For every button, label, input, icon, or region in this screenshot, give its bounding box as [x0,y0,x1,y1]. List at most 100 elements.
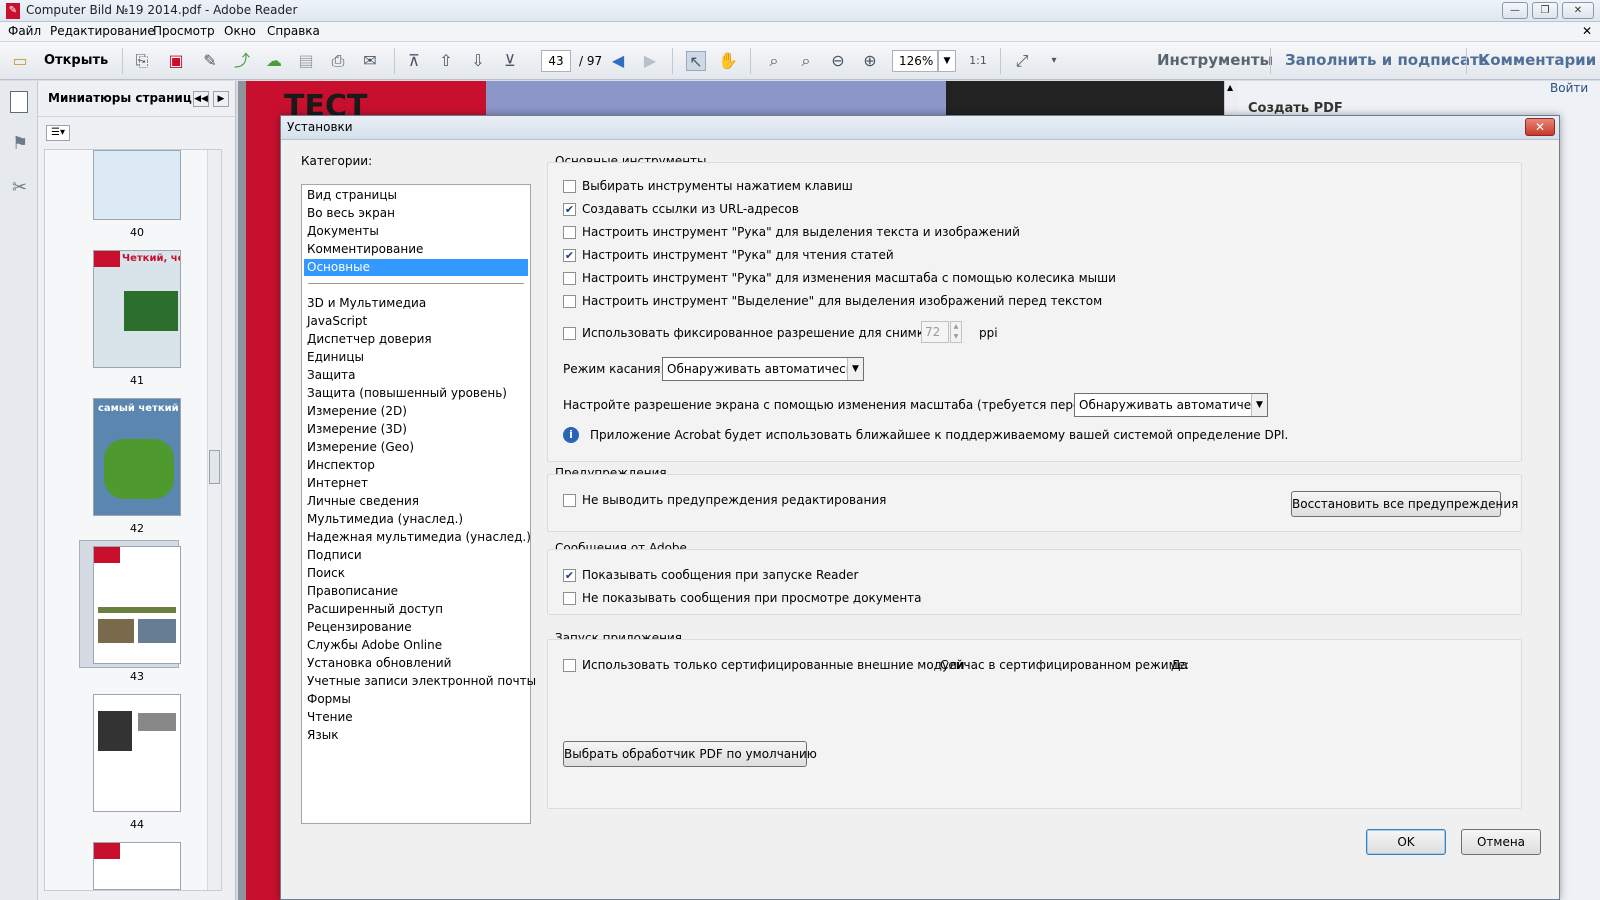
category-item[interactable]: Личные сведения [304,493,528,510]
category-item[interactable]: Язык [304,727,528,744]
category-item[interactable]: Измерение (3D) [304,421,528,438]
category-item[interactable]: 3D и Мультимедиа [304,295,528,312]
category-item[interactable]: Документы [304,223,528,240]
checkbox-certified-plugins[interactable] [563,659,576,672]
maximize-button[interactable]: ❐ [1532,2,1558,19]
menu-view[interactable]: Просмотр [153,24,215,38]
bookmarks-icon[interactable]: ⚑ [12,133,28,154]
checkbox-show-startup-messages[interactable]: ✔ [563,569,576,582]
menu-file[interactable]: Файл [8,24,41,38]
category-item[interactable]: Измерение (Geo) [304,439,528,456]
category-item[interactable]: Рецензирование [304,619,528,636]
thumbnail-page-41[interactable]: Четкий, четче, [93,250,181,368]
checkbox-select-images-first[interactable] [563,295,576,308]
toolbar-options-icon[interactable]: ▾ [1044,51,1064,71]
category-item[interactable]: Чтение [304,709,528,726]
last-page-icon[interactable]: ⊻ [500,51,520,71]
checkbox-hand-zoom-wheel[interactable] [563,272,576,285]
zoom-out-icon[interactable]: ⊖ [828,51,848,71]
zoom-dropdown-arrow[interactable]: ▼ [938,50,956,72]
zoom-level-input[interactable]: 126% [892,50,938,72]
upload-icon[interactable]: ☁ [264,51,284,71]
print-icon[interactable]: ⎙ [328,51,348,71]
category-item[interactable]: Формы [304,691,528,708]
page-number-input[interactable]: 43 [541,50,571,72]
select-tool-icon[interactable]: ↖ [686,51,706,71]
category-item[interactable]: Службы Adobe Online [304,637,528,654]
category-item[interactable]: Подписи [304,547,528,564]
edit-pdf-icon[interactable]: ✎ [200,51,220,71]
category-item[interactable]: Поиск [304,565,528,582]
checkbox-no-edit-warnings[interactable] [563,494,576,507]
cancel-button[interactable]: Отмена [1461,829,1541,855]
sign-in-link[interactable]: Войти [1550,81,1588,95]
category-item[interactable]: Интернет [304,475,528,492]
category-item-selected[interactable]: Основные [304,259,528,276]
minimize-button[interactable]: — [1502,2,1528,19]
previous-view-icon[interactable]: ◀ [608,51,628,71]
thumbnail-page-45[interactable] [93,842,181,890]
collapse-panel-icon[interactable]: ◀◀ [193,91,209,107]
category-item[interactable]: Расширенный доступ [304,601,528,618]
menu-edit[interactable]: Редактирование [50,24,155,38]
menu-help[interactable]: Справка [267,24,320,38]
category-item[interactable]: Единицы [304,349,528,366]
checkbox-keyboard-shortcuts[interactable] [563,180,576,193]
create-pdf-icon[interactable]: ⎘ [132,51,152,71]
category-item[interactable]: Вид страницы [304,187,528,204]
dynamic-zoom-icon[interactable]: ⌕ [796,51,816,71]
share-files-icon[interactable]: ⤴ [232,51,252,71]
checkbox-create-links[interactable]: ✔ [563,203,576,216]
thumbnails-scrollbar[interactable] [207,150,221,890]
checkbox-hide-viewing-messages[interactable] [563,592,576,605]
restore-warnings-button[interactable]: Восстановить все предупреждения [1291,491,1518,517]
scrollbar-thumb[interactable] [209,450,220,484]
attachments-icon[interactable]: ✂ [12,177,27,198]
category-item[interactable]: Установка обновлений [304,655,528,672]
checkbox-hand-read-articles[interactable]: ✔ [563,249,576,262]
checkbox-fixed-resolution[interactable] [563,327,576,340]
category-item[interactable]: Правописание [304,583,528,600]
category-item[interactable]: Инспектор [304,457,528,474]
category-item[interactable]: Мультимедиа (унаслед.) [304,511,528,528]
category-item[interactable]: Защита (повышенный уровень) [304,385,528,402]
open-folder-icon[interactable]: ▭ [10,51,30,71]
create-pdf-section[interactable]: Создать PDF [1248,101,1343,116]
resolution-input[interactable]: 72 [921,321,949,343]
thumbnail-page-43[interactable] [93,546,181,664]
previous-page-icon[interactable]: ⇧ [436,51,456,71]
resolution-spinner[interactable]: ▲ ▼ [950,321,962,343]
email-icon[interactable]: ✉ [360,51,380,71]
checkbox-hand-select-text[interactable] [563,226,576,239]
expand-panel-icon[interactable]: ▶ [213,91,229,107]
category-item[interactable]: Диспетчер доверия [304,331,528,348]
next-view-icon[interactable]: ▶ [640,51,660,71]
menu-window[interactable]: Окно [224,24,256,38]
first-page-icon[interactable]: ⊼ [404,51,424,71]
touch-mode-dropdown[interactable]: Обнаруживать автоматически ▼ [662,357,864,381]
fill-sign-pane-button[interactable]: Заполнить и подписать [1285,51,1488,69]
page-thumbnails-icon[interactable] [10,91,28,113]
dialog-close-button[interactable]: ✕ [1525,118,1555,136]
actual-size-icon[interactable]: 1:1 [968,51,988,71]
category-item[interactable]: Надежная мультимедиа (унаслед.) [304,529,531,546]
default-pdf-handler-button[interactable]: Выбрать обработчик PDF по умолчанию [563,741,817,767]
combine-files-icon[interactable]: ▣ [166,51,186,71]
thumbnail-page-44[interactable] [93,694,181,812]
category-item[interactable]: Измерение (2D) [304,403,528,420]
category-item[interactable]: Учетные записи электронной почты [304,673,536,690]
marquee-zoom-icon[interactable]: ⌕ [764,51,784,71]
close-window-button[interactable]: ✕ [1562,2,1594,19]
tools-pane-button[interactable]: Инструменты [1157,51,1273,69]
zoom-in-icon[interactable]: ⊕ [860,51,880,71]
thumbnail-page-40[interactable] [93,150,181,220]
category-item[interactable]: Комментирование [304,241,528,258]
next-page-icon[interactable]: ⇩ [468,51,488,71]
scroll-up-icon[interactable]: ▲ [1227,83,1233,92]
screen-resolution-dropdown[interactable]: Обнаруживать автоматически ▼ [1074,393,1268,417]
thumbnail-options-icon[interactable]: ☰▾ [46,125,70,141]
hand-tool-icon[interactable]: ✋ [718,51,738,71]
open-button[interactable]: Открыть [44,53,108,68]
category-item[interactable]: JavaScript [304,313,528,330]
comments-pane-button[interactable]: Комментарии [1478,51,1596,69]
